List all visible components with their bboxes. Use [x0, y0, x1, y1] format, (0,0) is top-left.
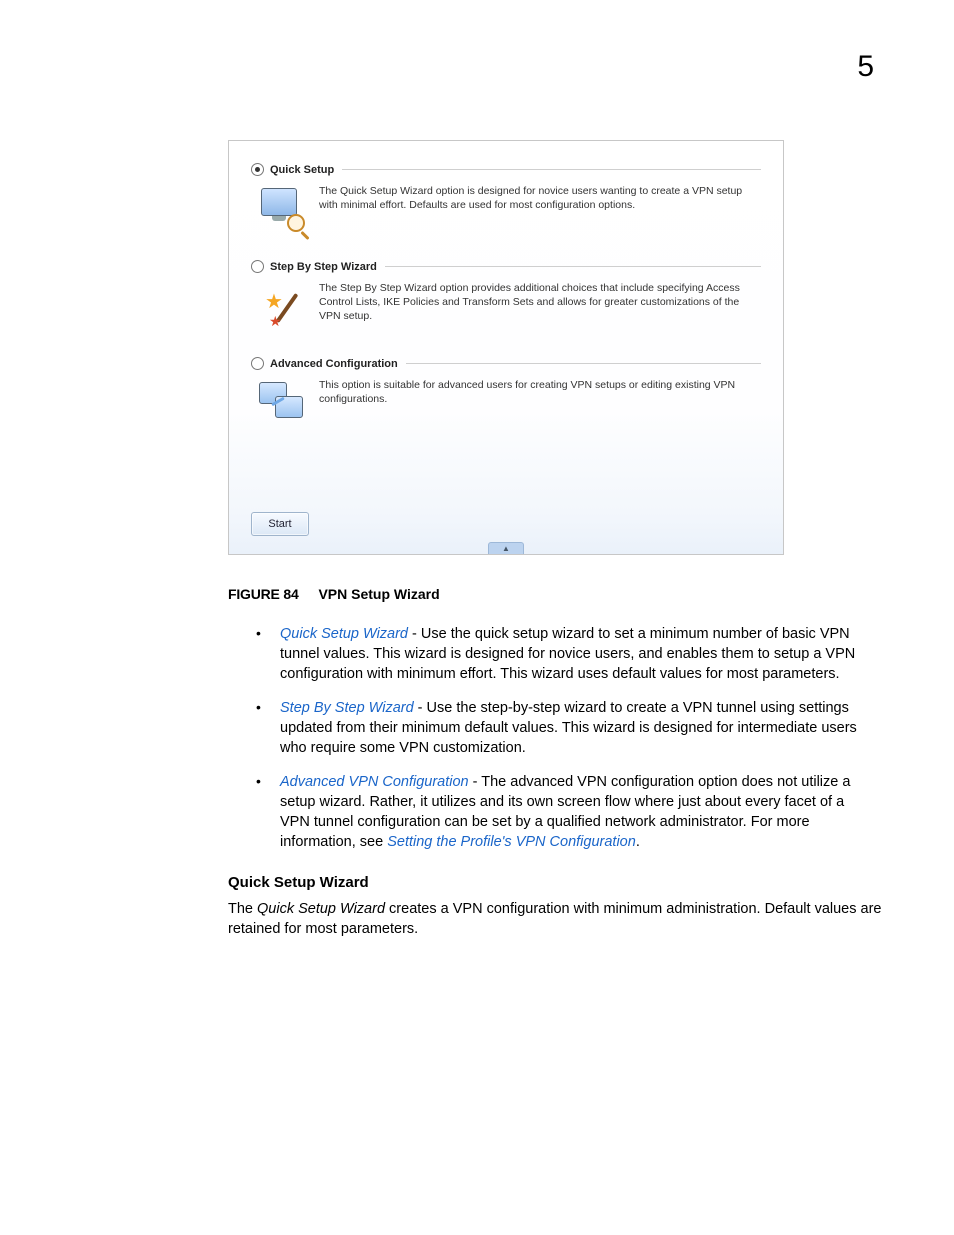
section-heading: Quick Setup Wizard [228, 874, 908, 891]
divider [385, 266, 761, 267]
list-item: Advanced VPN Configuration - The advance… [256, 772, 876, 852]
page-number: 5 [857, 50, 874, 84]
option-label: Quick Setup [270, 164, 334, 176]
start-button[interactable]: Start [251, 512, 309, 536]
figure-number: FIGURE 84 [228, 586, 299, 602]
para-text: The [228, 901, 257, 917]
collapse-tab[interactable]: ▲ [488, 542, 524, 554]
divider [406, 363, 761, 364]
option-advanced-config[interactable]: Advanced Configuration This option is su… [251, 357, 761, 426]
wand-icon: ★★ [257, 281, 305, 329]
option-step-by-step[interactable]: Step By Step Wizard ★★ The Step By Step … [251, 260, 761, 329]
radio-step-by-step[interactable] [251, 260, 264, 273]
figure-caption: FIGURE 84 VPN Setup Wizard [228, 586, 876, 602]
list-item: Step By Step Wizard - Use the step-by-st… [256, 698, 876, 758]
two-monitors-icon [257, 378, 305, 426]
option-label: Step By Step Wizard [270, 261, 377, 273]
option-description: The Step By Step Wizard option provides … [319, 281, 761, 329]
para-emphasis: Quick Setup Wizard [257, 901, 385, 917]
option-description: This option is suitable for advanced use… [319, 378, 761, 426]
divider [342, 169, 761, 170]
figure-title: VPN Setup Wizard [318, 586, 439, 602]
radio-advanced[interactable] [251, 357, 264, 370]
option-label: Advanced Configuration [270, 358, 398, 370]
monitor-magnifier-icon [257, 184, 305, 232]
list-item: Quick Setup Wizard - Use the quick setup… [256, 624, 876, 684]
link-advanced-vpn-configuration[interactable]: Advanced VPN Configuration [280, 774, 469, 790]
vpn-wizard-panel: Quick Setup The Quick Setup Wizard optio… [228, 140, 784, 555]
link-step-by-step-wizard[interactable]: Step By Step Wizard [280, 700, 414, 716]
option-description: The Quick Setup Wizard option is designe… [319, 184, 761, 232]
option-quick-setup[interactable]: Quick Setup The Quick Setup Wizard optio… [251, 163, 761, 232]
section-paragraph: The Quick Setup Wizard creates a VPN con… [228, 899, 908, 940]
radio-quick-setup[interactable] [251, 163, 264, 176]
link-quick-setup-wizard[interactable]: Quick Setup Wizard [280, 626, 408, 642]
